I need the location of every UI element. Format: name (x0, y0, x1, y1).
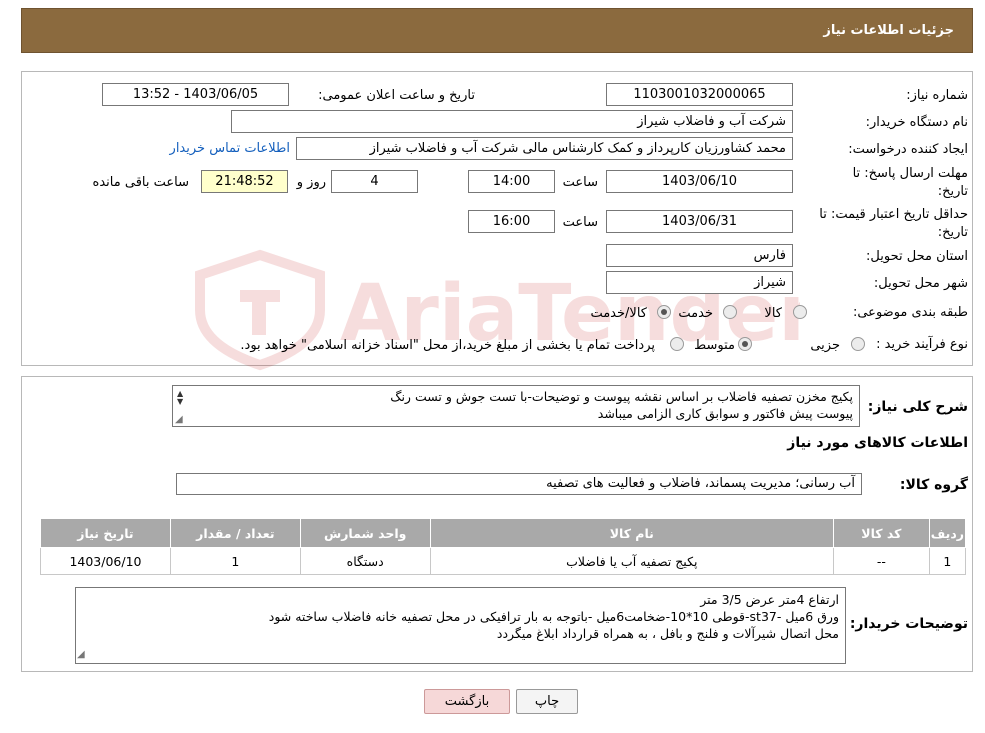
col-code-header: کد کالا (832, 518, 930, 548)
buyer-notes-line-2: ورق 6میل -st37-قوطی 10*10-ضخامت6میل -بات… (268, 609, 839, 624)
print-button[interactable]: چاپ (516, 689, 578, 714)
process-radio-medium[interactable] (738, 337, 752, 351)
col-name-header: نام کالا (429, 518, 834, 548)
category-radio-goods-service[interactable] (657, 305, 671, 319)
items-table: ردیف کد کالا نام کالا واحد شمارش تعداد /… (40, 518, 967, 575)
deadline-time-label: ساعت (562, 175, 598, 190)
cell-date: 1403/06/10 (40, 547, 171, 575)
process-option-medium: متوسط (694, 338, 735, 353)
announce-field: 1403/06/05 - 13:52 (102, 83, 289, 106)
cell-name: پکیج تصفیه آب یا فاضلاب (429, 547, 834, 575)
buyer-field: شرکت آب و فاضلاب شیراز (231, 110, 793, 133)
col-unit-header: واحد شمارش (299, 518, 431, 548)
goods-group-field: آب رسانی؛ مدیریت پسماند، فاضلاب و فعالیت… (176, 473, 862, 495)
process-radio-minor[interactable] (851, 337, 865, 351)
deadline-label: مهلت ارسال پاسخ: تا (852, 166, 968, 181)
description-resize-handle[interactable]: ◢ (175, 414, 183, 425)
cell-code: -- (832, 547, 930, 575)
province-label: استان محل تحویل: (866, 249, 968, 264)
process-note: پرداخت تمام یا بخشی از مبلغ خرید،از محل … (240, 338, 655, 353)
remaining-time-field: 21:48:52 (201, 170, 288, 193)
page-title: جزئیات اطلاعات نیاز (823, 23, 954, 38)
items-table-header: ردیف کد کالا نام کالا واحد شمارش تعداد /… (40, 518, 967, 548)
cell-qty: 1 (169, 547, 301, 575)
description-label: شرح کلی نیاز: (867, 399, 968, 415)
creator-label: ایجاد کننده درخواست: (848, 142, 968, 157)
city-label: شهر محل تحویل: (873, 276, 968, 291)
announce-label: تاریخ و ساعت اعلان عمومی: (318, 88, 475, 103)
category-label: طبقه بندی موضوعی: (852, 305, 968, 320)
buyer-label: نام دستگاه خریدار: (865, 115, 968, 130)
validity-date-field: 1403/06/31 (606, 210, 793, 233)
table-row: 1 -- پکیج تصفیه آب یا فاضلاب دستگاه 1 14… (40, 547, 967, 575)
city-field: شیراز (606, 271, 793, 294)
col-row-header: ردیف (928, 518, 967, 548)
process-radio-treasury[interactable] (670, 337, 684, 351)
back-button[interactable]: بازگشت (424, 689, 510, 714)
category-option-goods: کالا (764, 306, 782, 321)
category-option-service: خدمت (678, 306, 713, 321)
buyer-notes-label: توضیحات خریدار: (849, 616, 968, 632)
contact-info-link[interactable]: اطلاعات تماس خریدار (170, 141, 290, 156)
buyer-notes-resize-handle[interactable]: ◢ (77, 649, 85, 660)
page-header: جزئیات اطلاعات نیاز (21, 8, 973, 53)
validity-time-field: 16:00 (468, 210, 555, 233)
buyer-notes-textarea[interactable]: ارتفاع 4متر عرض 3/5 متر ورق 6میل -st37-ق… (75, 587, 846, 664)
buyer-notes-line-3: محل اتصال شیرآلات و فلنج و بافل ، به همر… (496, 626, 839, 641)
creator-field: محمد کشاورزیان کارپرداز و کمک کارشناس ما… (296, 137, 793, 160)
deadline-date-field: 1403/06/10 (606, 170, 793, 193)
col-qty-header: تعداد / مقدار (169, 518, 301, 548)
description-line-2: پیوست پیش فاکتور و سوابق کاری الزامی میب… (597, 406, 853, 421)
process-option-minor: جزیی (810, 338, 840, 353)
category-radio-service[interactable] (723, 305, 737, 319)
description-scroll-arrows[interactable]: ▲ ▼ (177, 390, 183, 406)
province-field: فارس (606, 244, 793, 267)
col-date-header: تاریخ نیاز (40, 518, 171, 548)
deadline-label-date: تاریخ: (937, 184, 968, 199)
category-radio-goods[interactable] (793, 305, 807, 319)
category-option-goods-service: کالا/خدمت (590, 306, 647, 321)
remaining-label: ساعت باقی مانده (92, 175, 189, 190)
cell-row: 1 (928, 547, 967, 575)
validity-time-label: ساعت (562, 215, 598, 230)
validity-label: حداقل تاریخ اعتبار قیمت: تا (819, 207, 968, 222)
buyer-notes-line-1: ارتفاع 4متر عرض 3/5 متر (700, 592, 839, 607)
need-number-label: شماره نیاز: (906, 88, 968, 103)
description-line-1: پکیج مخزن تصفیه فاضلاب بر اساس نقشه پیوس… (390, 389, 853, 404)
cell-unit: دستگاه (299, 547, 431, 575)
deadline-time-field: 14:00 (468, 170, 555, 193)
days-field: 4 (331, 170, 418, 193)
description-textarea[interactable]: پکیج مخزن تصفیه فاضلاب بر اساس نقشه پیوس… (172, 385, 860, 427)
goods-group-label: گروه کالا: (899, 477, 968, 493)
days-label: روز و (296, 175, 326, 190)
validity-label-date: تاریخ: (937, 225, 968, 240)
need-number-field: 1103001032000065 (606, 83, 793, 106)
process-label: نوع فرآیند خرید : (876, 337, 968, 352)
goods-section-title: اطلاعات کالاهای مورد نیاز (787, 435, 968, 451)
